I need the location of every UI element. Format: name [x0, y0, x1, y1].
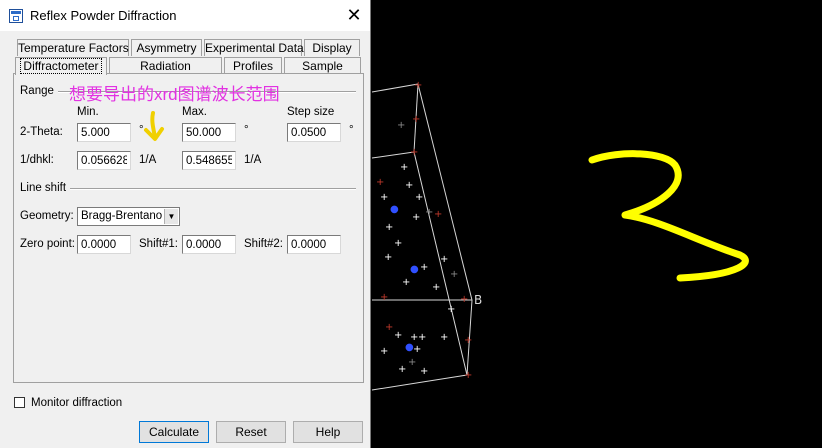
atom-marker: + [376, 177, 384, 188]
atom-marker: + [464, 370, 472, 381]
atom-marker: + [413, 344, 421, 355]
dhkl-max-input[interactable] [182, 151, 236, 170]
atom-marker: + [440, 332, 448, 343]
atom-marker: + [418, 332, 426, 343]
atom-marker: + [412, 212, 420, 223]
atom-marker: + [434, 209, 442, 220]
chevron-down-icon[interactable]: ▼ [164, 209, 178, 224]
step-size-header: Step size [287, 106, 335, 118]
dhkl-min-input[interactable] [77, 151, 131, 170]
cell-edge [371, 151, 415, 159]
dhkl-label: 1/dhkl: [20, 154, 54, 166]
degree-unit: ° [139, 124, 144, 136]
atom-marker: + [394, 238, 402, 249]
step-size-input[interactable] [287, 123, 341, 142]
zero-point-input[interactable] [77, 235, 131, 254]
reset-button[interactable]: Reset [216, 421, 286, 443]
atom-marker: + [420, 262, 428, 273]
atom-marker: + [410, 147, 418, 158]
annotation-text: 想要导出的xrd图谱波长范围 [69, 85, 280, 104]
atom-marker: + [450, 269, 458, 280]
handwritten-scribble [588, 150, 749, 282]
atom-marker: + [380, 346, 388, 357]
atom-marker: + [440, 254, 448, 265]
shift2-input[interactable] [287, 235, 341, 254]
atom-marker: + [420, 366, 428, 377]
atom-marker: + [385, 222, 393, 233]
geometry-label: Geometry: [20, 210, 74, 222]
two-theta-label: 2-Theta: [20, 126, 63, 138]
reflex-powder-diffraction-dialog: Reflex Powder Diffraction ✕ Temperature … [0, 0, 371, 448]
atom-marker: + [384, 252, 392, 263]
corner-label: B [474, 293, 482, 307]
shift1-label: Shift#1: [139, 238, 178, 250]
atom-marker: + [425, 207, 433, 218]
geometry-value: Bragg-Brentano [81, 210, 163, 222]
atom-marker: + [398, 364, 406, 375]
dhkl-unit: 1/A [244, 154, 262, 166]
two-theta-max-input[interactable] [182, 123, 236, 142]
atom-marker: + [464, 335, 472, 346]
help-button[interactable]: Help [293, 421, 363, 443]
atom-marker: + [397, 120, 405, 131]
shift2-label: Shift#2: [244, 238, 283, 250]
atom-marker: ● [410, 264, 419, 275]
atom-marker: + [394, 330, 402, 341]
calculate-button[interactable]: Calculate [139, 421, 209, 443]
max-header: Max. [182, 106, 207, 118]
zero-point-label: Zero point: [20, 238, 75, 250]
geometry-select[interactable]: Bragg-Brentano ▼ [77, 207, 180, 226]
min-header: Min. [77, 106, 99, 118]
atom-marker: + [414, 80, 422, 91]
atom-marker: + [405, 180, 413, 191]
line-shift-divider [70, 188, 356, 190]
atom-marker: + [415, 192, 423, 203]
atom-marker: + [408, 357, 416, 368]
two-theta-min-input[interactable] [77, 123, 131, 142]
dhkl-unit: 1/A [139, 154, 157, 166]
monitor-diffraction-label: Monitor diffraction [31, 397, 123, 409]
degree-unit: ° [349, 124, 354, 136]
atom-marker: + [432, 282, 440, 293]
atom-marker: + [380, 192, 388, 203]
range-group-label: Range [20, 85, 54, 97]
atom-marker: + [402, 277, 410, 288]
cell-edge [371, 83, 419, 93]
atom-marker: ● [390, 204, 399, 215]
atom-marker: + [400, 162, 408, 173]
atom-marker: + [447, 304, 455, 315]
atom-marker: + [460, 294, 468, 305]
atom-marker: + [412, 114, 420, 125]
atom-marker: + [380, 292, 388, 303]
shift1-input[interactable] [182, 235, 236, 254]
degree-unit: ° [244, 124, 249, 136]
line-shift-group-label: Line shift [20, 182, 67, 194]
cell-edge [371, 374, 468, 391]
atom-marker: + [385, 322, 393, 333]
monitor-diffraction-checkbox[interactable] [14, 397, 25, 408]
